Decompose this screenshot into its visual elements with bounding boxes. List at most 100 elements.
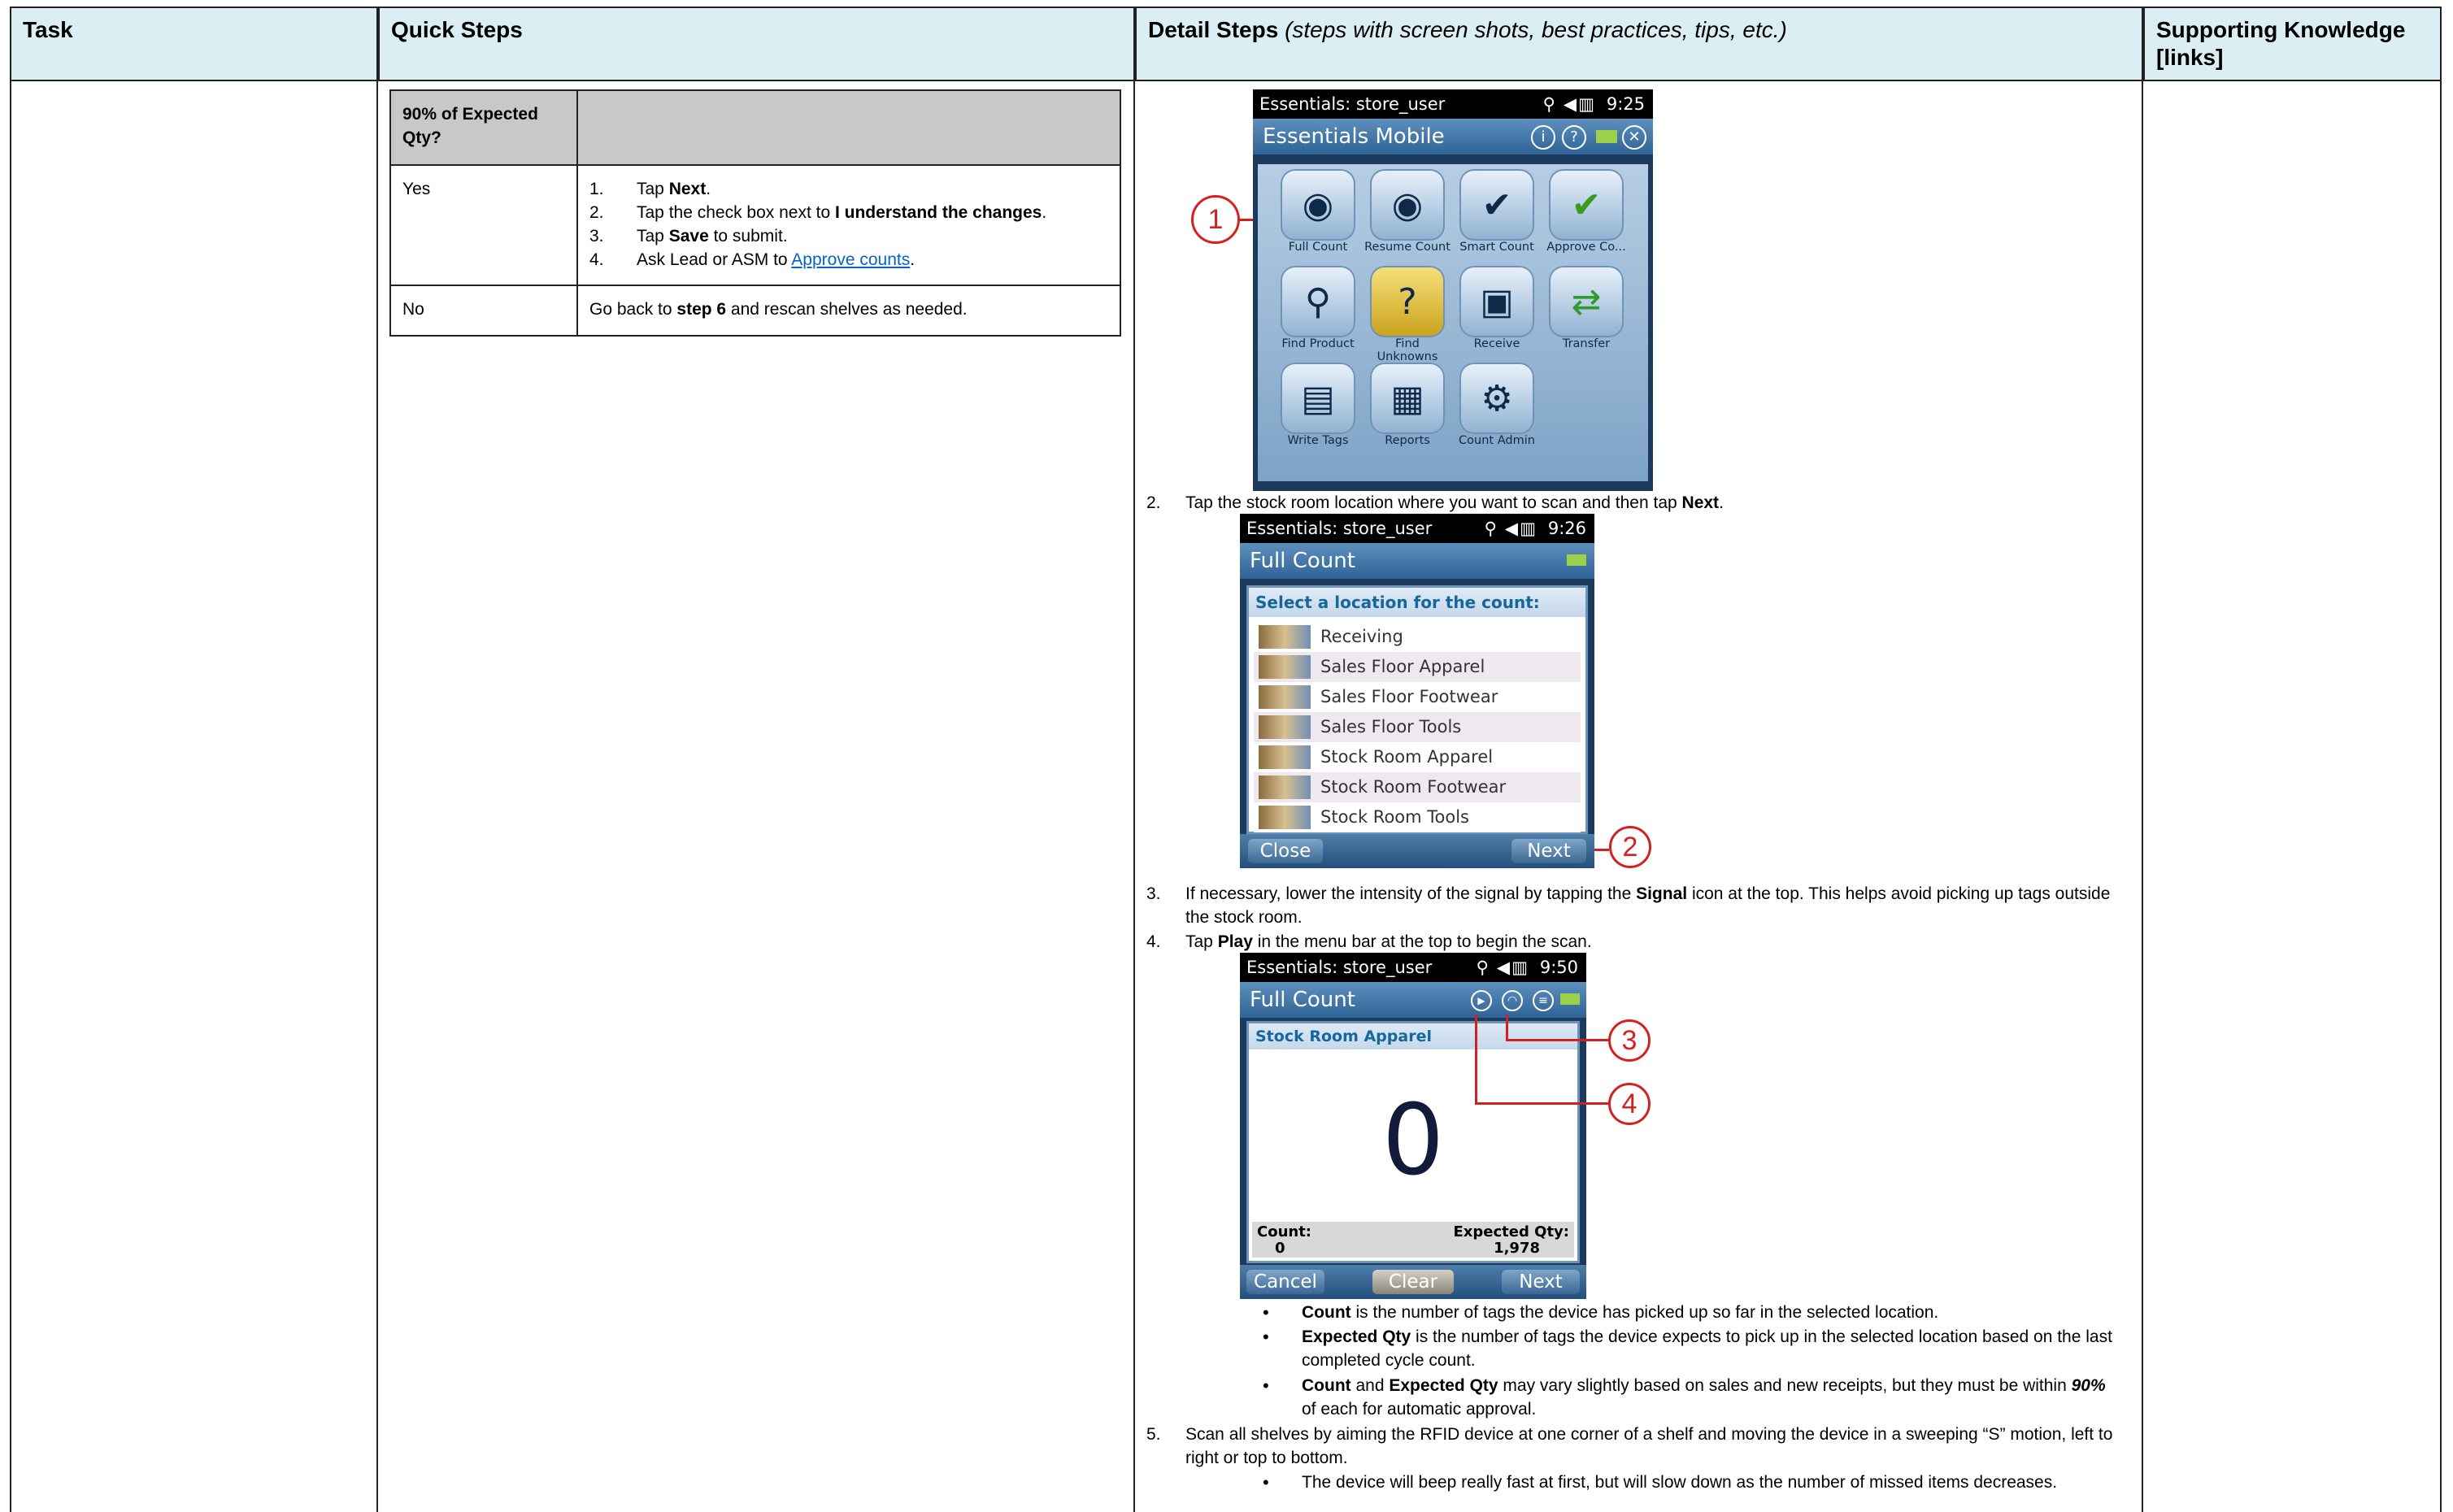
list-item[interactable]: Stock Room Apparel [1254, 742, 1581, 772]
question-icon: ? [1370, 266, 1445, 337]
tile-write-tags[interactable]: ▤ Write Tags [1274, 363, 1362, 447]
header-task: Task [10, 7, 378, 81]
step-number: 5. [1146, 1425, 1161, 1444]
info-icon[interactable]: i [1531, 125, 1555, 150]
approve-counts-link[interactable]: Approve counts [791, 250, 910, 269]
close-button[interactable]: Close [1248, 839, 1323, 863]
qty-question-cell: 90% of Expected Qty? [389, 89, 578, 166]
count-label: Count: [1257, 1223, 1312, 1240]
signal-status-icon: ⚲ [1542, 94, 1555, 114]
header-detail-label: Detail Steps [1148, 17, 1279, 42]
status-title: Essentials: store_user [1246, 958, 1433, 977]
tile-reports[interactable]: ▦ Reports [1364, 363, 1451, 447]
battery-icon [1596, 130, 1617, 143]
tile-label: Receive [1473, 337, 1520, 350]
tile-label: Find Product [1281, 337, 1355, 350]
bullet-text: Expected Qty is the number of tags the d… [1302, 1325, 2116, 1372]
bullet-bold: Count [1302, 1376, 1351, 1395]
step-4: 4. Tap Play in the menu bar at the top t… [1146, 930, 2138, 954]
bullet-text: Count is the number of tags the device h… [1302, 1301, 2116, 1324]
tile-count-admin[interactable]: ⚙ Count Admin [1453, 363, 1541, 447]
bullet-variance: • Count and Expected Qty may vary slight… [1263, 1374, 2116, 1421]
bullet-bold: Expected Qty [1389, 1376, 1498, 1395]
help-icon[interactable]: ? [1562, 125, 1586, 150]
bottom-menu-bar: Close Next [1240, 834, 1594, 868]
step-5: 5. Scan all shelves by aiming the RFID d… [1146, 1423, 2138, 1470]
status-bar: Essentials: store_user ⚲ ◀ ▥ 9:50 [1240, 953, 1586, 982]
tile-find-unknowns[interactable]: ? Find Unknowns [1364, 266, 1451, 363]
bullet-text-part: of each for automatic approval. [1302, 1400, 1537, 1419]
list-item[interactable]: Receiving [1254, 622, 1581, 652]
next-button[interactable]: Next [1511, 839, 1586, 863]
battery-icon [1560, 993, 1580, 1005]
list-item[interactable]: Sales Floor Apparel [1254, 652, 1581, 682]
step-number: 2. [589, 203, 604, 222]
status-time: 9:25 [1606, 94, 1645, 114]
tile-find-product[interactable]: ⚲ Find Product [1274, 266, 1362, 350]
tile-smart-count[interactable]: ✔ Smart Count [1453, 169, 1541, 254]
app-title: Essentials Mobile [1263, 124, 1445, 149]
step-text: Go back to [589, 300, 677, 319]
step-text-part: Tap [1185, 932, 1218, 951]
no-text-cell: Go back to step 6 and rescan shelves as … [576, 285, 1121, 337]
list-item: 2. Tap the check box next to I understand… [589, 201, 1108, 224]
tile-full-count[interactable]: ◉ Full Count [1274, 169, 1362, 254]
next-button[interactable]: Next [1502, 1270, 1580, 1294]
tile-resume-count[interactable]: ◉ Resume Count [1364, 169, 1451, 254]
tile-label: Write Tags [1287, 434, 1349, 447]
column-supporting [2143, 81, 2442, 1512]
bullet-text-part: is the number of tags the device expects… [1302, 1327, 2112, 1370]
scan-panel: Stock Room Apparel 0 Count: 0 Expected Q… [1246, 1021, 1580, 1263]
location-label: Sales Floor Apparel [1320, 657, 1485, 676]
bullet-text: Count and Expected Qty may vary slightly… [1302, 1374, 2116, 1421]
header-detail-note: (steps with screen shots, best practices… [1285, 17, 1787, 42]
bullet-expected-qty: • Expected Qty is the number of tags the… [1263, 1325, 2116, 1372]
tile-label: Transfer [1562, 337, 1611, 350]
close-icon[interactable]: ✕ [1622, 125, 1646, 150]
bullet-bold: Expected Qty [1302, 1327, 1411, 1346]
step-bold: I understand the changes [834, 203, 1042, 222]
bullet-count: • Count is the number of tags the device… [1263, 1301, 2116, 1324]
tile-approve-counts[interactable]: ✔ Approve Co... [1542, 169, 1630, 254]
step-number: 3. [589, 227, 604, 245]
shelf-icon [1259, 655, 1311, 679]
status-time: 9:26 [1547, 519, 1586, 538]
status-bar: Essentials: store_user ⚲ ◀ ▥ 9:26 [1240, 514, 1594, 543]
play-icon[interactable]: ▶ [1471, 990, 1492, 1011]
tile-transfer[interactable]: ⇄ Transfer [1542, 266, 1630, 350]
tile-label: Count Admin [1459, 434, 1535, 447]
status-time: 9:50 [1539, 958, 1578, 977]
step-number: 2. [1146, 493, 1161, 512]
signal-status-icon: ⚲ [1476, 958, 1489, 977]
callout-pointer [1475, 1102, 1608, 1105]
signal-icon[interactable]: ◠ [1502, 990, 1523, 1011]
app-title-bar: Essentials Mobile i ? ✕ [1253, 119, 1653, 154]
bullet-dot: • [1263, 1375, 1269, 1396]
menu-icon[interactable]: ≡ [1533, 990, 1554, 1011]
list-item[interactable]: Sales Floor Footwear [1254, 682, 1581, 712]
status-title: Essentials: store_user [1246, 519, 1433, 538]
step-text: Tap [637, 180, 669, 198]
callout-3: 3 [1608, 1019, 1651, 1062]
step-text: Tap the stock room location where you wa… [1185, 491, 2138, 515]
tile-receive[interactable]: ▣ Receive [1453, 266, 1541, 350]
callout-pointer [1594, 849, 1609, 851]
shelf-icon [1259, 806, 1311, 829]
location-list: Receiving Sales Floor Apparel Sales Floo… [1254, 622, 1581, 832]
status-title: Essentials: store_user [1259, 94, 1446, 114]
list-item[interactable]: Stock Room Footwear [1254, 772, 1581, 802]
volume-icon: ◀ [1496, 958, 1510, 977]
bottom-menu-bar: Cancel Clear Next [1240, 1265, 1586, 1299]
list-item[interactable]: Sales Floor Tools [1254, 712, 1581, 742]
clear-button[interactable]: Clear [1372, 1270, 1454, 1294]
header-quick-label: Quick Steps [391, 17, 523, 42]
status-bar: Essentials: store_user ⚲ ◀ ▥ 9:25 [1253, 89, 1653, 119]
cancel-button[interactable]: Cancel [1246, 1270, 1324, 1294]
callout-2: 2 [1609, 826, 1651, 868]
location-label: Receiving [1320, 627, 1403, 646]
step-bold: Signal [1636, 884, 1688, 903]
yes-cell: Yes [389, 164, 578, 286]
magnifier-icon: ⚲ [1281, 266, 1355, 337]
list-item[interactable]: Stock Room Tools [1254, 802, 1581, 832]
step-number: 4. [1146, 932, 1161, 951]
